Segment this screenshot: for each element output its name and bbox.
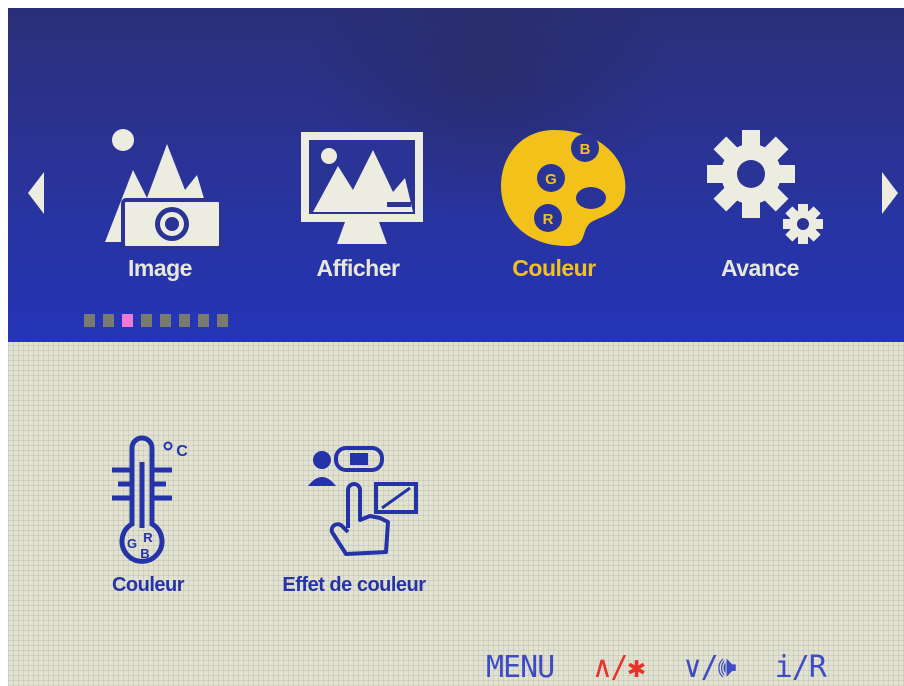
menu-item-couleur-label: Couleur: [512, 255, 596, 281]
menu-item-couleur[interactable]: B G R Couleur: [474, 120, 634, 295]
svg-text:R: R: [143, 530, 153, 545]
mountain-camera-icon: [80, 120, 240, 260]
hint-info-return: i/R: [774, 650, 827, 685]
osd-screen: Image Afficher B G R Couleur Avance C G …: [8, 8, 904, 686]
page-dot: [217, 314, 228, 327]
svg-text:G: G: [127, 536, 137, 551]
triangle-right-icon: [882, 172, 898, 214]
key-hints-bar: MENU ∧/✱ ∨/🕪 i/R: [486, 650, 848, 686]
hint-menu: MENU: [486, 650, 555, 685]
thermometer-rgb-icon: C G R B: [112, 435, 188, 564]
svg-text:R: R: [543, 211, 554, 228]
submenu-item-couleur-label: Couleur: [111, 574, 185, 596]
nav-left-arrow[interactable]: [22, 158, 52, 228]
svg-text:C: C: [176, 443, 188, 460]
page-dot: [84, 314, 95, 327]
osd-top-bar: Image Afficher B G R Couleur Avance: [8, 8, 904, 342]
menu-item-avance-label: Avance: [721, 255, 799, 281]
page-dot: [160, 314, 171, 327]
page-dot: [141, 314, 152, 327]
page-dot: [122, 314, 133, 327]
monitor-landscape-icon: [278, 120, 438, 260]
svg-text:B: B: [140, 546, 149, 561]
hint-up-star: ∧/✱: [593, 650, 645, 685]
menu-item-afficher[interactable]: Afficher: [278, 120, 438, 295]
page-dot: [179, 314, 190, 327]
page-dot: [103, 314, 114, 327]
menu-item-image[interactable]: Image: [80, 120, 240, 295]
submenu-item-couleur[interactable]: C G R B Couleur: [88, 432, 208, 602]
hint-down-volume: ∨/🕪: [683, 650, 737, 685]
menu-item-avance[interactable]: Avance: [680, 120, 840, 295]
triangle-left-icon: [28, 172, 44, 214]
submenu-item-effet-de-couleur-label: Effet de couleur: [282, 574, 426, 596]
page-dot: [198, 314, 209, 327]
nav-right-arrow[interactable]: [874, 158, 904, 228]
gears-icon: [680, 120, 840, 260]
svg-text:B: B: [580, 141, 591, 158]
menu-item-image-label: Image: [128, 255, 192, 281]
menu-item-afficher-label: Afficher: [316, 255, 400, 281]
svg-text:G: G: [545, 171, 557, 188]
palette-rgb-icon: B G R: [474, 120, 634, 260]
page-indicator: [84, 314, 236, 328]
color-effect-hand-icon: [308, 446, 418, 556]
submenu-item-effet-de-couleur[interactable]: Effet de couleur: [254, 432, 454, 602]
